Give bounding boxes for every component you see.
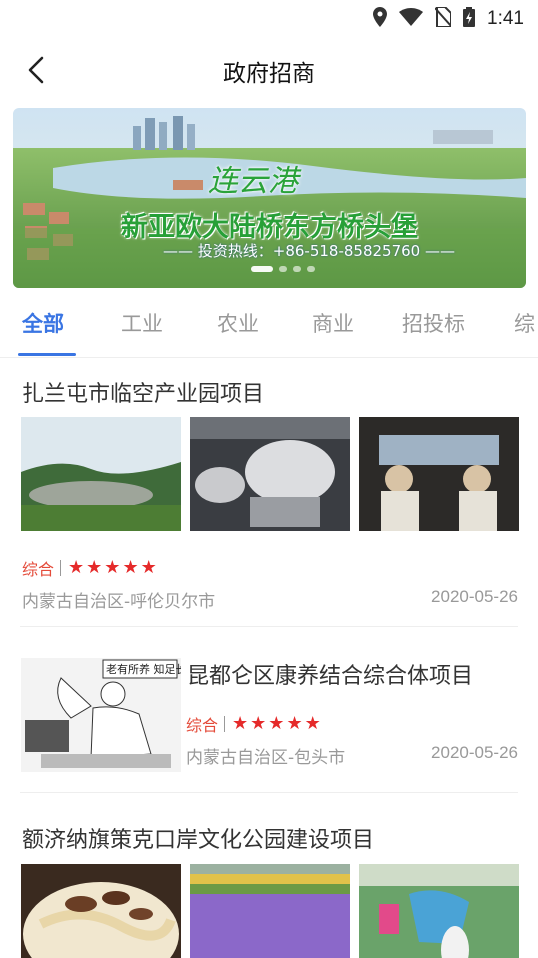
project-title: 扎兰屯市临空产业园项目 (22, 382, 265, 407)
banner-dot-4[interactable] (307, 266, 315, 272)
project-image-flowers[interactable] (190, 864, 350, 958)
star-icon: ★ (250, 713, 267, 734)
star-icon: ★ (104, 557, 121, 578)
battery-icon (463, 7, 476, 31)
project-title: 昆都仑区康养结合综合体项目 (187, 664, 474, 689)
meta-divider (60, 560, 62, 576)
project-image-helipad[interactable] (21, 417, 181, 531)
status-time: 1:41 (487, 8, 524, 29)
wifi-icon (399, 8, 424, 30)
banner-headline: 新亚欧大陆桥东方桥头堡 (121, 212, 418, 243)
banner-dot-2[interactable] (279, 266, 287, 272)
banner-dot-3[interactable] (293, 266, 301, 272)
project-type: 综合 (22, 560, 55, 579)
divider (20, 626, 518, 627)
tab-indicator (18, 353, 76, 356)
tab-comprehensive[interactable]: 综 (514, 308, 535, 338)
promo-banner[interactable]: 连云港 新亚欧大陆桥东方桥头堡 —— 投资热线：+86-518-85825760… (13, 108, 526, 288)
project-region: 内蒙古自治区-包头市 (186, 748, 346, 768)
banner-hotline: —— 投资热线：+86-518-85825760 —— (163, 242, 455, 260)
banner-dot-1[interactable] (251, 266, 273, 272)
category-tabs: 全部 工业 农业 商业 招投标 综 (0, 296, 538, 358)
project-date: 2020-05-26 (431, 587, 518, 606)
project-image-noodles[interactable] (21, 864, 181, 958)
tab-commerce[interactable]: 商业 (312, 308, 354, 338)
star-icon: ★ (86, 557, 103, 578)
project-image-simulator[interactable] (190, 417, 350, 531)
project-image-cockpit[interactable] (359, 417, 519, 531)
page-title: 政府招商 (223, 61, 315, 87)
project-meta: 综合 ★ ★ ★ ★ ★ (22, 556, 157, 580)
project-type: 综合 (186, 716, 219, 735)
divider (20, 792, 518, 793)
project-title: 额济纳旗策克口岸文化公园建设项目 (22, 828, 375, 853)
star-icon: ★ (286, 713, 303, 734)
banner-logo: 连云港 (208, 164, 298, 199)
tab-bidding[interactable]: 招投标 (402, 308, 465, 338)
star-icon: ★ (268, 713, 285, 734)
status-bar: 1:41 (0, 0, 538, 36)
rating-stars: ★ ★ ★ ★ ★ (68, 559, 157, 577)
no-sim-icon (434, 6, 453, 31)
project-date: 2020-05-26 (431, 743, 518, 762)
location-icon (373, 7, 388, 31)
star-icon: ★ (232, 713, 249, 734)
project-image-cartoon[interactable]: 老有所养 知足长乐 (21, 658, 181, 772)
star-icon: ★ (304, 713, 321, 734)
project-image-waterpark[interactable] (359, 864, 519, 958)
meta-divider (224, 716, 226, 732)
rating-stars: ★ ★ ★ ★ ★ (232, 715, 321, 733)
star-icon: ★ (140, 557, 157, 578)
banner-pagination (251, 266, 315, 272)
cartoon-caption: 老有所养 知足长乐 (106, 662, 181, 676)
star-icon: ★ (68, 557, 85, 578)
tab-agriculture[interactable]: 农业 (217, 308, 259, 338)
project-meta: 综合 ★ ★ ★ ★ ★ (186, 712, 321, 736)
tab-all[interactable]: 全部 (22, 308, 64, 338)
project-region: 内蒙古自治区-呼伦贝尔市 (22, 592, 216, 612)
star-icon: ★ (122, 557, 139, 578)
title-bar: 政府招商 (0, 40, 538, 100)
tab-industry[interactable]: 工业 (121, 308, 163, 338)
